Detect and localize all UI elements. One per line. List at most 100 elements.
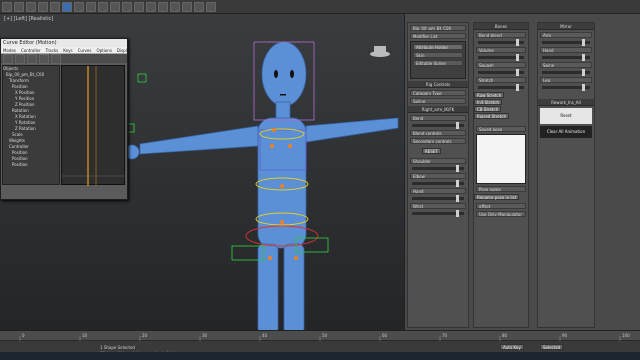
mirror-title[interactable]: Mirror xyxy=(538,23,594,30)
scale-icon[interactable] xyxy=(86,1,96,12)
snap-icon[interactable] xyxy=(98,1,108,12)
stretch-button[interactable]: Raw Stretch xyxy=(474,92,505,98)
bones-slider[interactable] xyxy=(478,84,524,91)
bones-slider[interactable] xyxy=(478,69,524,76)
elbow-slider[interactable] xyxy=(412,180,464,187)
modify-panel: Bip_00_pm_Bt_C00 Modifier List Attribute… xyxy=(407,22,469,328)
command-panel: Bip_00_pm_Bt_C00 Modifier List Attribute… xyxy=(404,14,640,330)
dialog-title: Curve Editor (Motion) xyxy=(1,39,127,47)
unlink-icon[interactable] xyxy=(38,1,48,12)
menu-curves[interactable]: Curves xyxy=(78,47,92,53)
filter-icon[interactable] xyxy=(3,53,13,64)
curve-graph[interactable] xyxy=(61,65,126,186)
dialog-menu: Modes Controller Tracks Keys Curves Opti… xyxy=(1,47,132,54)
mirror-slider[interactable] xyxy=(542,54,590,61)
preset-checkbox[interactable]: Use Only Manipulator xyxy=(476,211,526,217)
menu-options[interactable]: Options xyxy=(96,47,111,53)
rotate-icon[interactable] xyxy=(74,1,84,12)
bones-slider[interactable] xyxy=(478,39,524,46)
selected-dropdown[interactable]: Selected xyxy=(540,344,564,350)
offset-label: offset xyxy=(476,203,526,209)
tick-label: 60 xyxy=(382,333,388,338)
link-icon[interactable] xyxy=(26,1,36,12)
track-tree[interactable]: Objects Bip_00_pm_Bt_C00 Transform Posit… xyxy=(2,65,60,185)
tree-item[interactable]: Position xyxy=(3,162,59,168)
layer-icon[interactable] xyxy=(146,1,156,12)
angle-snap-icon[interactable] xyxy=(110,1,120,12)
render-setup-icon[interactable] xyxy=(194,1,204,12)
tick-label: 10 xyxy=(82,333,88,338)
menu-keys[interactable]: Keys xyxy=(63,47,72,53)
align-icon[interactable] xyxy=(134,1,144,12)
rig-rollout-title[interactable]: Rig Controls xyxy=(408,81,468,88)
stack-item[interactable]: Attribute Holder xyxy=(413,44,463,50)
pose-name-field[interactable]: Pose name xyxy=(476,186,526,192)
rework-title[interactable]: Rework_Ins_All xyxy=(538,99,594,106)
redo-icon[interactable] xyxy=(14,1,24,12)
modifier-list-dropdown[interactable]: Modifier List xyxy=(410,33,466,39)
material-icon[interactable] xyxy=(182,1,192,12)
stack-item[interactable]: Editable Spline xyxy=(413,60,463,66)
tick-label: 20 xyxy=(142,333,148,338)
hand-slider[interactable] xyxy=(412,195,464,202)
curve-editor-dialog[interactable]: Curve Editor (Motion) Modes Controller T… xyxy=(0,38,132,200)
menu-controller[interactable]: Controller xyxy=(21,47,41,53)
shoulder-label: Shoulder xyxy=(410,158,466,164)
time-ruler-ticks: 0 10 20 30 40 50 60 70 80 90 100 xyxy=(19,333,630,341)
render-icon[interactable] xyxy=(206,1,216,12)
pose-list[interactable] xyxy=(476,134,526,184)
stretch-button[interactable]: Raised Stretch xyxy=(474,113,510,119)
viewport-label[interactable]: [+] [Left] [Realistic] xyxy=(4,16,53,22)
tick-label: 80 xyxy=(502,333,508,338)
tick-label: 70 xyxy=(442,333,448,338)
stretch-button[interactable]: CB Stretch xyxy=(474,106,502,112)
add-key-icon[interactable] xyxy=(51,53,61,64)
bones-slider[interactable] xyxy=(478,54,524,61)
group-label[interactable]: Right_arm_IK/FK xyxy=(408,106,468,113)
reset-banner[interactable]: Reset xyxy=(540,108,592,124)
bend-label: Bend xyxy=(410,115,466,121)
taskbar xyxy=(0,352,640,360)
bend-slider[interactable] xyxy=(412,122,464,129)
object-name-field[interactable]: Bip_00_pm_Bt_C00 xyxy=(410,25,466,31)
modifier-stack[interactable]: Attribute Holder Skin Editable Spline xyxy=(410,41,466,79)
menu-modes[interactable]: Modes xyxy=(3,47,16,53)
select-icon[interactable] xyxy=(50,1,60,12)
main-toolbar xyxy=(0,0,640,14)
status-text: 1 Shape Selected xyxy=(100,345,135,350)
scale-keys-icon[interactable] xyxy=(39,53,49,64)
move-keys-icon[interactable] xyxy=(15,53,25,64)
elbow-label: Elbow xyxy=(410,173,466,179)
tick-label: 30 xyxy=(202,333,208,338)
category-dropdown[interactable]: Spline xyxy=(410,98,466,104)
menu-tracks[interactable]: Tracks xyxy=(46,47,59,53)
wrist-slider[interactable] xyxy=(412,210,464,217)
schematic-icon[interactable] xyxy=(170,1,180,12)
move-icon[interactable] xyxy=(62,1,72,12)
mirror-slider[interactable] xyxy=(542,39,590,46)
menu-display[interactable]: Display xyxy=(117,47,132,53)
mirror-slider[interactable] xyxy=(542,69,590,76)
dialog-toolbar xyxy=(1,53,127,64)
auto-key-button[interactable]: Auto Key xyxy=(500,344,524,350)
stretch-button[interactable]: Init Stretch xyxy=(474,99,503,105)
mirror-slider[interactable] xyxy=(542,84,590,91)
bones-title[interactable]: Bones xyxy=(474,23,528,30)
curve-editor-icon[interactable] xyxy=(158,1,168,12)
wrist-label: Wrist xyxy=(410,203,466,209)
shoulder-slider[interactable] xyxy=(412,165,464,172)
rename-button[interactable]: Rename pose in list xyxy=(474,194,520,200)
mirror-row: Spine xyxy=(540,62,592,68)
secondary-label: Secondary controls xyxy=(410,138,466,144)
mirror-icon[interactable] xyxy=(122,1,132,12)
mirror-row: Leg xyxy=(540,77,592,83)
mirror-row: Hand xyxy=(540,47,592,53)
curve-graph-svg xyxy=(62,66,126,186)
clear-animation-button[interactable]: Clear All Animation xyxy=(540,126,592,138)
slide-keys-icon[interactable] xyxy=(27,53,37,64)
reset-button[interactable]: RESET xyxy=(422,148,441,154)
tick-label: 40 xyxy=(262,333,268,338)
time-ruler[interactable]: 0 10 20 30 40 50 60 70 80 90 100 xyxy=(0,331,640,341)
undo-icon[interactable] xyxy=(2,1,12,12)
stack-item[interactable]: Skin xyxy=(413,52,463,58)
